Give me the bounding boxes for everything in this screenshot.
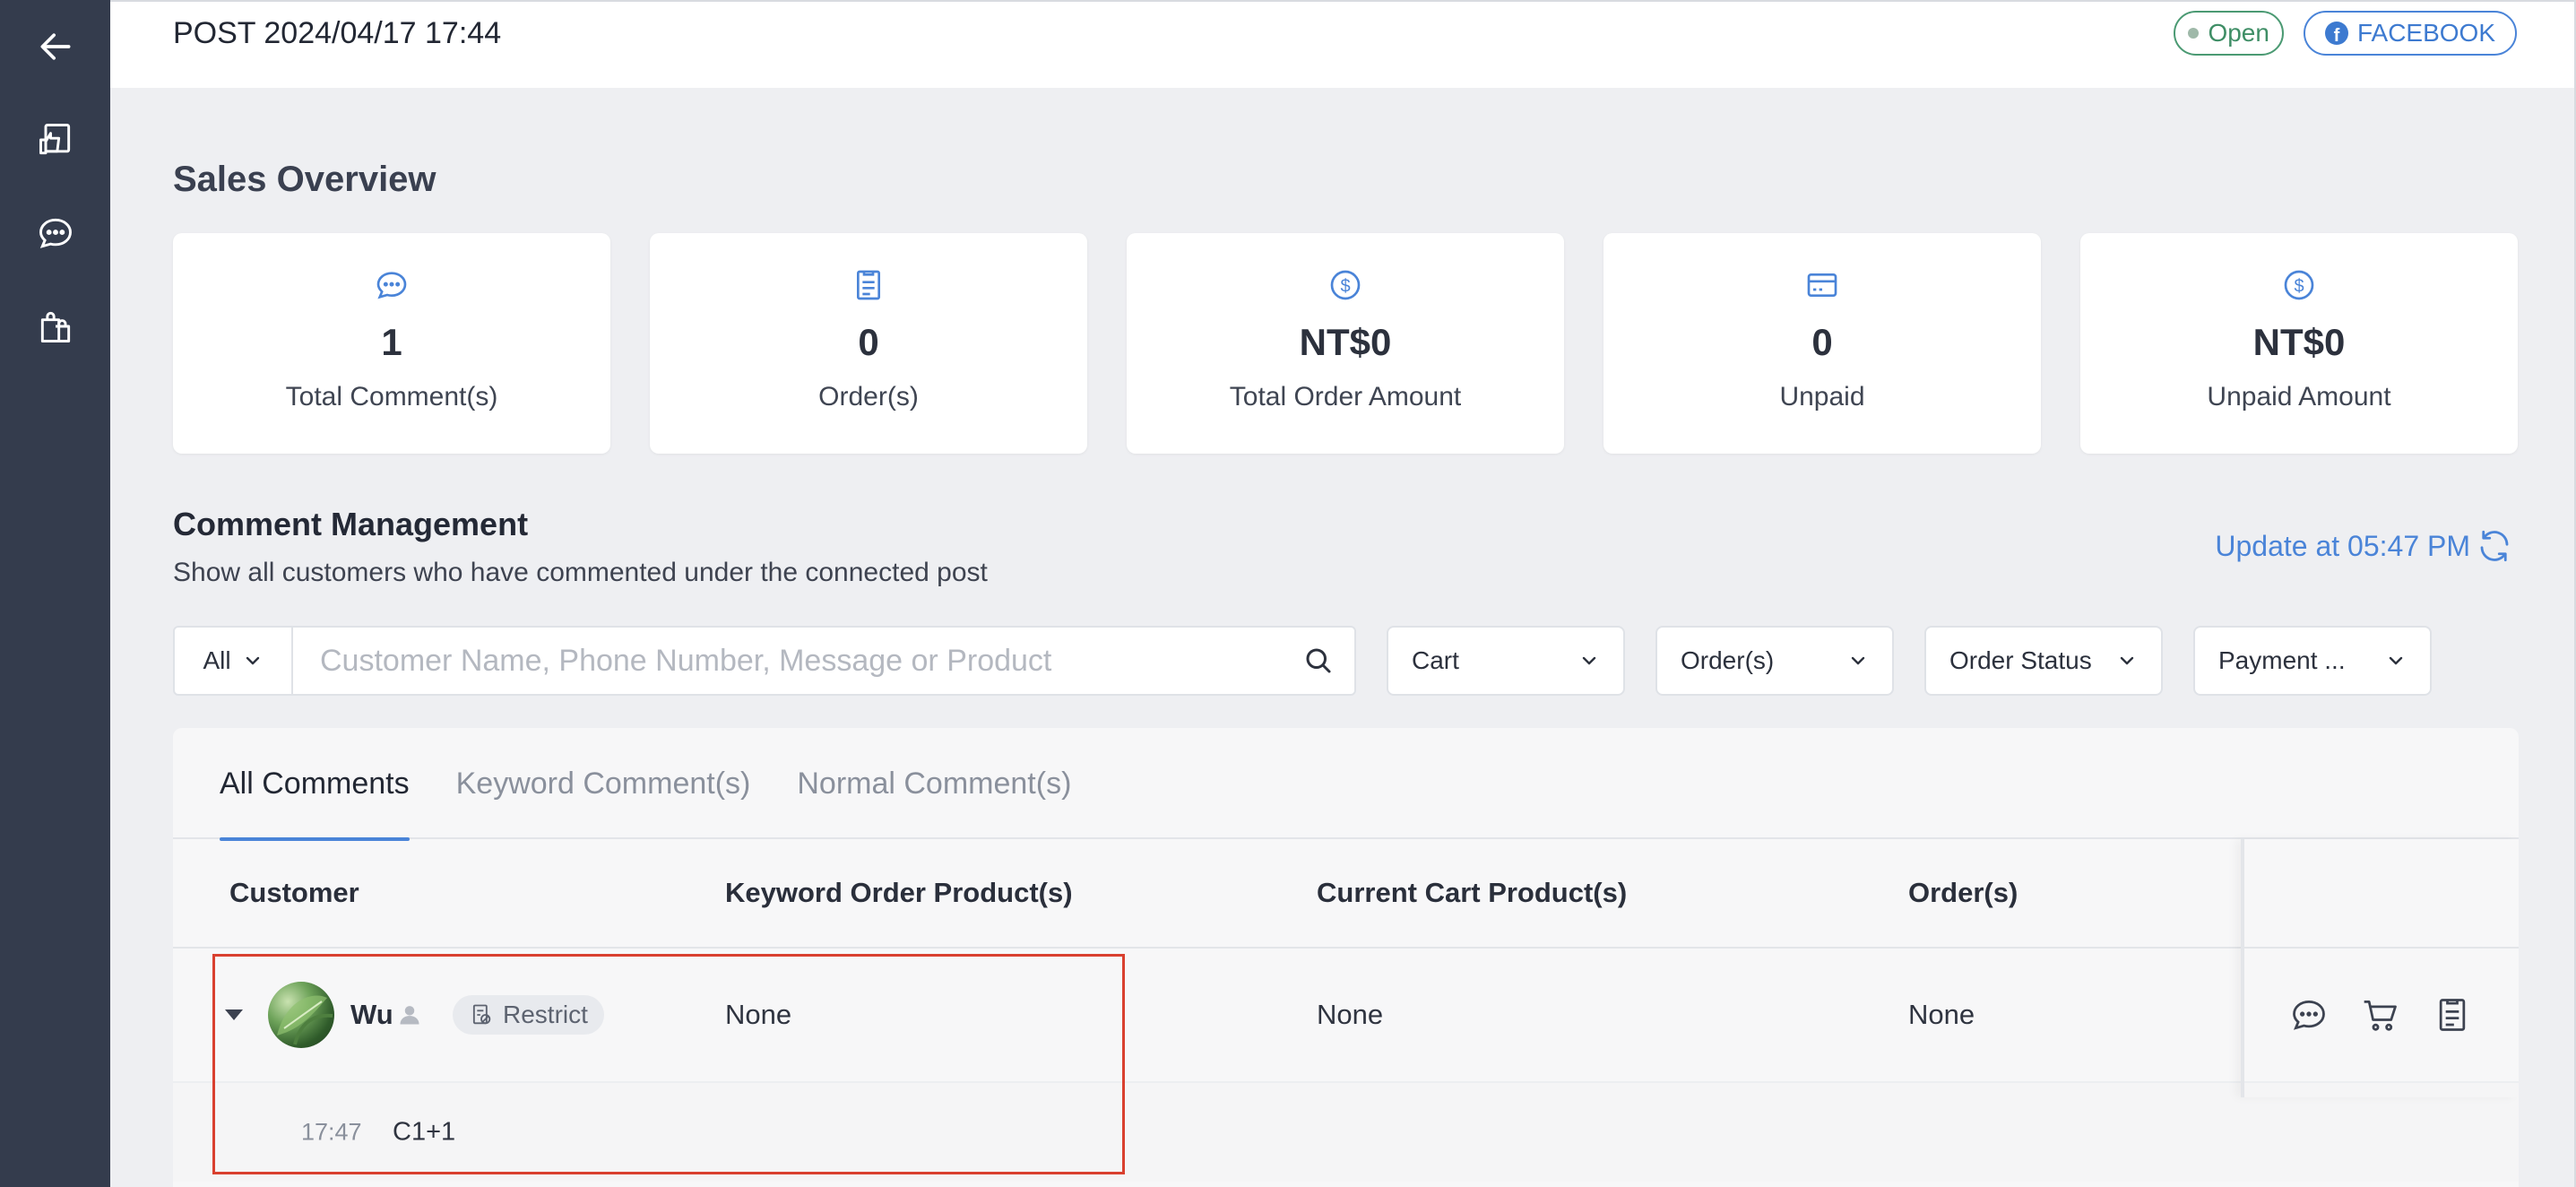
- tab-keyword-comments[interactable]: Keyword Comment(s): [456, 728, 751, 839]
- keyword-products-cell: None: [725, 999, 792, 1030]
- search-icon: [1306, 648, 1331, 673]
- restrict-label: Restrict: [503, 1001, 588, 1028]
- table-row: Wu Restrict None None None: [173, 949, 2519, 1083]
- filter-bar: All Cart Order(s) Order Status Payment .…: [173, 626, 2432, 696]
- stat-value: 1: [381, 321, 402, 363]
- credit-card-icon: [1807, 273, 1837, 297]
- orders-cell: None: [1908, 999, 1975, 1030]
- comments-panel: All Comments Keyword Comment(s) Normal C…: [173, 728, 2519, 1187]
- stat-card-unpaid-amount: $ NT$0 Unpaid Amount: [2080, 233, 2518, 454]
- tab-normal-comments[interactable]: Normal Comment(s): [797, 728, 1071, 839]
- back-button[interactable]: [0, 0, 110, 93]
- stat-label: Unpaid Amount: [2207, 382, 2391, 412]
- avatar-image: [277, 995, 333, 1045]
- arrow-left-icon: [40, 33, 70, 60]
- comment-message: C1+1: [393, 1117, 456, 1147]
- stat-label: Total Order Amount: [1229, 382, 1462, 412]
- stat-label: Total Comment(s): [285, 382, 498, 412]
- search-scope-select[interactable]: All: [175, 628, 293, 694]
- sidebar-item-orders[interactable]: [0, 280, 110, 373]
- search-button[interactable]: [1283, 628, 1354, 694]
- svg-text:$: $: [2294, 277, 2304, 297]
- customer-name[interactable]: Wu: [350, 999, 393, 1031]
- sidebar-item-posts[interactable]: [0, 93, 110, 186]
- stat-card-total-comments: 1 Total Comment(s): [173, 233, 610, 454]
- dropdown-label: Payment ...: [2218, 646, 2346, 674]
- sidebar-item-comments[interactable]: [0, 186, 110, 280]
- column-header-cart-products: Current Cart Product(s): [1317, 877, 1628, 908]
- chevron-down-icon: [2120, 656, 2134, 665]
- svg-text:$: $: [1340, 277, 1350, 297]
- column-header-customer: Customer: [229, 877, 359, 908]
- user-icon: [400, 1006, 419, 1025]
- refresh-button[interactable]: Update at 05:47 PM: [2215, 527, 2513, 565]
- orders-filter-dropdown[interactable]: Order(s): [1655, 626, 1894, 696]
- stat-label: Unpaid: [1779, 382, 1865, 412]
- comment-tabs: All Comments Keyword Comment(s) Normal C…: [173, 728, 2519, 841]
- dropdown-label: Cart: [1412, 646, 1459, 674]
- facebook-link-button[interactable]: f FACEBOOK: [2303, 11, 2517, 56]
- comment-item: 17:47 C1+1: [173, 1083, 2519, 1182]
- chevron-down-icon: [2389, 656, 2403, 665]
- refresh-icon: [2480, 530, 2509, 562]
- main-content: POST 2024/04/17 17:44 Open f FACEBOOK Sa…: [110, 0, 2576, 1187]
- page-header: POST 2024/04/17 17:44 Open f FACEBOOK: [110, 2, 2574, 88]
- sales-overview-title: Sales Overview: [173, 160, 437, 199]
- comment-management-subtitle: Show all customers who have commented un…: [173, 558, 988, 587]
- cart-products-cell: None: [1317, 999, 1384, 1030]
- order-status-filter-dropdown[interactable]: Order Status: [1924, 626, 2163, 696]
- actions-column-divider: [2241, 839, 2519, 1097]
- dropdown-label: Order Status: [1949, 646, 2092, 674]
- sales-overview-cards: 1 Total Comment(s) 0 Order(s) $ NT$0 Tot…: [173, 233, 2518, 454]
- chevron-down-icon: [1851, 656, 1865, 665]
- comment-time: 17:47: [301, 1118, 362, 1146]
- dollar-coin-icon: $: [1330, 270, 1361, 300]
- payment-filter-dropdown[interactable]: Payment ...: [2193, 626, 2432, 696]
- status-badge[interactable]: Open: [2174, 11, 2284, 56]
- search-group: All: [173, 626, 1356, 696]
- column-header-orders: Order(s): [1908, 877, 2018, 908]
- avatar: [268, 982, 334, 1048]
- status-label: Open: [2208, 19, 2269, 47]
- restrict-button[interactable]: Restrict: [453, 995, 604, 1035]
- stat-value: 0: [1811, 321, 1833, 363]
- chat-bubble-icon: [39, 218, 72, 248]
- cart-filter-dropdown[interactable]: Cart: [1387, 626, 1625, 696]
- facebook-icon: f: [2324, 22, 2348, 45]
- stat-value: NT$0: [1299, 321, 1392, 363]
- dollar-coin-icon: $: [2284, 270, 2314, 300]
- post-title: POST 2024/04/17 17:44: [173, 16, 502, 50]
- tab-all-comments[interactable]: All Comments: [220, 728, 410, 841]
- status-dot-icon: [2188, 28, 2200, 39]
- platform-label: FACEBOOK: [2356, 19, 2495, 47]
- stat-value: 0: [858, 321, 879, 363]
- table-header: Customer Keyword Order Product(s) Curren…: [173, 839, 2519, 949]
- update-time-label: Update at 05:47 PM: [2215, 529, 2470, 562]
- chevron-down-icon: [246, 656, 259, 665]
- stat-label: Order(s): [818, 382, 919, 412]
- dropdown-label: Order(s): [1681, 646, 1775, 674]
- column-header-keyword-products: Keyword Order Product(s): [725, 877, 1073, 908]
- comment-management-title: Comment Management: [173, 506, 529, 542]
- comment-icon: [376, 272, 407, 299]
- header-actions: Open f FACEBOOK: [2174, 11, 2517, 56]
- chevron-down-icon: [1582, 656, 1596, 665]
- post-like-icon: [39, 124, 70, 155]
- search-input[interactable]: [293, 628, 1283, 694]
- stat-value: NT$0: [2252, 321, 2346, 363]
- stat-card-orders: 0 Order(s): [650, 233, 1087, 454]
- shopping-bags-icon: [40, 311, 70, 342]
- expand-row-toggle[interactable]: [225, 1009, 243, 1020]
- stat-card-total-order-amount: $ NT$0 Total Order Amount: [1127, 233, 1564, 454]
- stat-card-unpaid: 0 Unpaid: [1604, 233, 2041, 454]
- restrict-icon: [472, 1004, 491, 1025]
- sidebar: [0, 0, 110, 1187]
- order-clipboard-icon: [857, 270, 880, 300]
- search-scope-value: All: [203, 646, 231, 674]
